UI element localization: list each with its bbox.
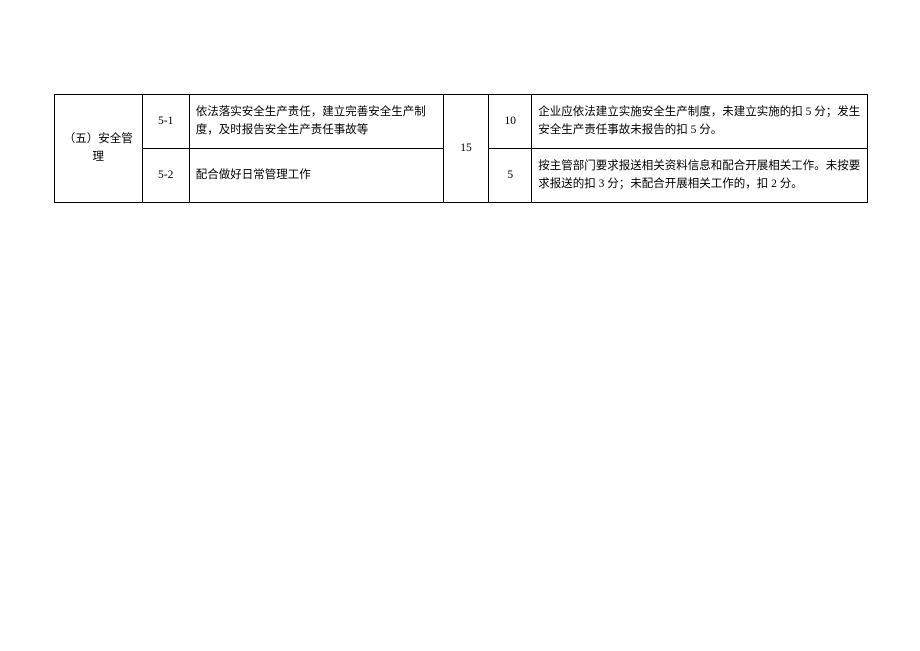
assessment-table: （五）安全管理 5-1 依法落实安全生产责任，建立完善安全生产制度，及时报告安全… bbox=[54, 94, 868, 203]
criteria-cell: 企业应依法建立实施安全生产制度，未建立实施的扣 5 分；发生安全生产责任事故未报… bbox=[532, 95, 868, 149]
score-cell: 10 bbox=[489, 95, 532, 149]
content-cell: 依法落实安全生产责任，建立完善安全生产制度，及时报告安全生产责任事故等 bbox=[189, 95, 443, 149]
criteria-cell: 按主管部门要求报送相关资料信息和配合开展相关工作。未按要求报送的扣 3 分；未配… bbox=[532, 148, 868, 202]
category-cell: （五）安全管理 bbox=[55, 95, 143, 203]
assessment-table-container: （五）安全管理 5-1 依法落实安全生产责任，建立完善安全生产制度，及时报告安全… bbox=[54, 94, 868, 203]
score-cell: 5 bbox=[489, 148, 532, 202]
table-row: （五）安全管理 5-1 依法落实安全生产责任，建立完善安全生产制度，及时报告安全… bbox=[55, 95, 868, 149]
item-id-cell: 5-1 bbox=[142, 95, 189, 149]
content-cell: 配合做好日常管理工作 bbox=[189, 148, 443, 202]
category-score-cell: 15 bbox=[443, 95, 489, 203]
item-id-cell: 5-2 bbox=[142, 148, 189, 202]
